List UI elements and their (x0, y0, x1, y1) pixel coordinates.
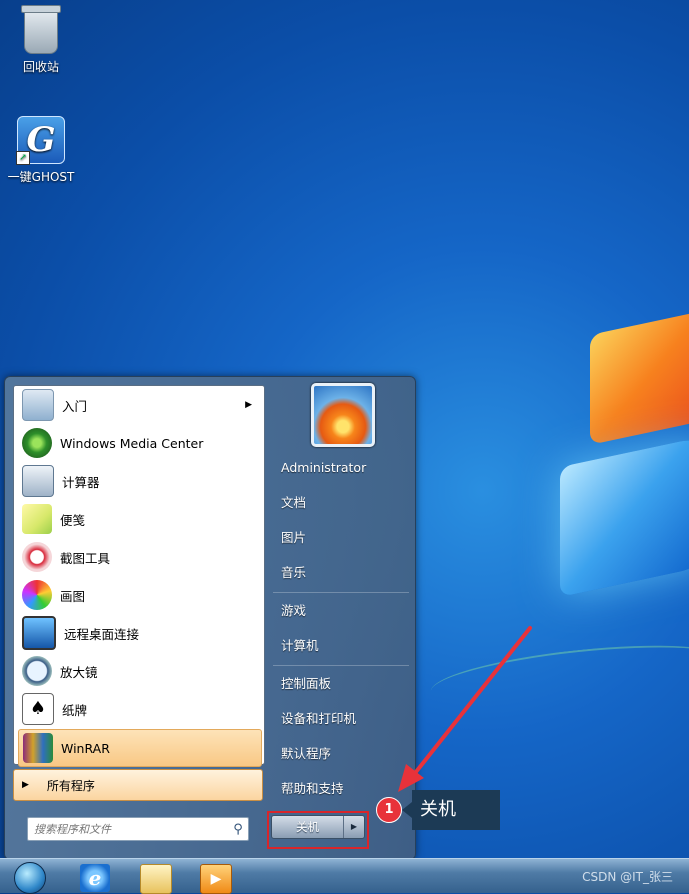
program-label: WinRAR (61, 740, 110, 756)
program-item-sticky-notes[interactable]: 便笺 (18, 501, 260, 537)
file-explorer-icon[interactable] (140, 864, 172, 894)
program-item-paint[interactable]: 画图 (18, 577, 260, 613)
media-center-icon (22, 428, 52, 458)
program-label: Windows Media Center (60, 435, 204, 451)
desktop-icon-label: 一键GHOST (7, 170, 75, 184)
menu-item-games[interactable]: 游戏 (273, 596, 421, 626)
start-orb-icon[interactable] (14, 862, 46, 894)
snipping-tool-icon (22, 542, 52, 572)
desktop-icon-label: 回收站 (22, 60, 59, 74)
search-input[interactable] (28, 821, 228, 837)
getting-started-icon (22, 389, 54, 421)
menu-item-computer[interactable]: 计算机 (273, 631, 421, 661)
program-label: 画图 (60, 588, 86, 604)
winrar-icon (23, 733, 53, 763)
menu-item-pictures[interactable]: 图片 (273, 523, 421, 553)
annotation-callout: 关机 (402, 790, 500, 830)
program-label: 放大镜 (60, 664, 98, 680)
shortcut-arrow-icon: ↗ (16, 151, 30, 165)
program-item-media-center[interactable]: Windows Media Center (18, 425, 260, 461)
submenu-arrow-icon: ▶ (245, 400, 252, 410)
search-icon[interactable]: ⚲ (228, 822, 248, 837)
calculator-icon (22, 465, 54, 497)
desktop-icon-ghost[interactable]: G ↗ 一键GHOST (5, 116, 77, 185)
desktop-icon-recycle-bin[interactable]: 回收站 (5, 5, 77, 75)
program-item-winrar[interactable]: WinRAR (18, 729, 262, 767)
menu-item-help-support[interactable]: 帮助和支持 (273, 774, 421, 804)
step-badge: 1 (376, 797, 402, 823)
recycle-bin-icon (21, 5, 61, 54)
start-menu-programs-pane: 入门 ▶ Windows Media Center 计算器 便笺 截图工具 画图… (13, 385, 265, 767)
user-avatar[interactable] (311, 383, 375, 447)
program-label: 远程桌面连接 (64, 626, 140, 642)
logo-orange-pane (590, 305, 689, 445)
menu-item-default-programs[interactable]: 默认程序 (273, 739, 421, 769)
highlight-box (267, 811, 369, 849)
internet-explorer-icon[interactable]: e (80, 864, 110, 892)
program-label: 入门 (62, 398, 88, 414)
all-programs-label: 所有程序 (46, 778, 95, 793)
program-item-solitaire[interactable]: ♠ 纸牌 (18, 691, 260, 727)
remote-desktop-icon (22, 616, 56, 650)
menu-item-music[interactable]: 音乐 (273, 558, 421, 588)
magnifier-icon (22, 656, 52, 686)
start-menu: 入门 ▶ Windows Media Center 计算器 便笺 截图工具 画图… (4, 376, 416, 860)
menu-item-devices-printers[interactable]: 设备和打印机 (273, 704, 421, 734)
all-programs-button[interactable]: ▶ 所有程序 (13, 769, 263, 801)
logo-blue-pane (560, 432, 689, 598)
paint-icon (22, 580, 52, 610)
program-label: 计算器 (62, 474, 100, 490)
program-item-remote-desktop[interactable]: 远程桌面连接 (18, 615, 260, 651)
program-label: 截图工具 (60, 550, 111, 566)
program-item-magnifier[interactable]: 放大镜 (18, 653, 260, 689)
menu-item-documents[interactable]: 文档 (273, 488, 421, 518)
wallpaper-ribbon (428, 634, 689, 718)
ghost-icon: G ↗ (16, 116, 65, 165)
program-item-calculator[interactable]: 计算器 (18, 463, 260, 499)
menu-divider (273, 665, 409, 666)
start-search-box[interactable]: ⚲ (27, 817, 249, 841)
media-player-icon[interactable]: ▶ (200, 864, 232, 894)
program-item-getting-started[interactable]: 入门 ▶ (18, 387, 260, 423)
program-label: 便笺 (60, 512, 86, 528)
expand-arrow-icon: ▶ (22, 780, 29, 790)
solitaire-icon: ♠ (22, 693, 54, 725)
program-label: 纸牌 (62, 702, 88, 718)
program-item-snipping-tool[interactable]: 截图工具 (18, 539, 260, 575)
menu-divider (273, 592, 409, 593)
menu-item-user[interactable]: Administrator (273, 453, 421, 483)
watermark: CSDN @IT_张三 (582, 870, 673, 884)
sticky-notes-icon (22, 504, 52, 534)
windows-logo-wallpaper (560, 290, 689, 610)
menu-item-control-panel[interactable]: 控制面板 (273, 669, 421, 699)
